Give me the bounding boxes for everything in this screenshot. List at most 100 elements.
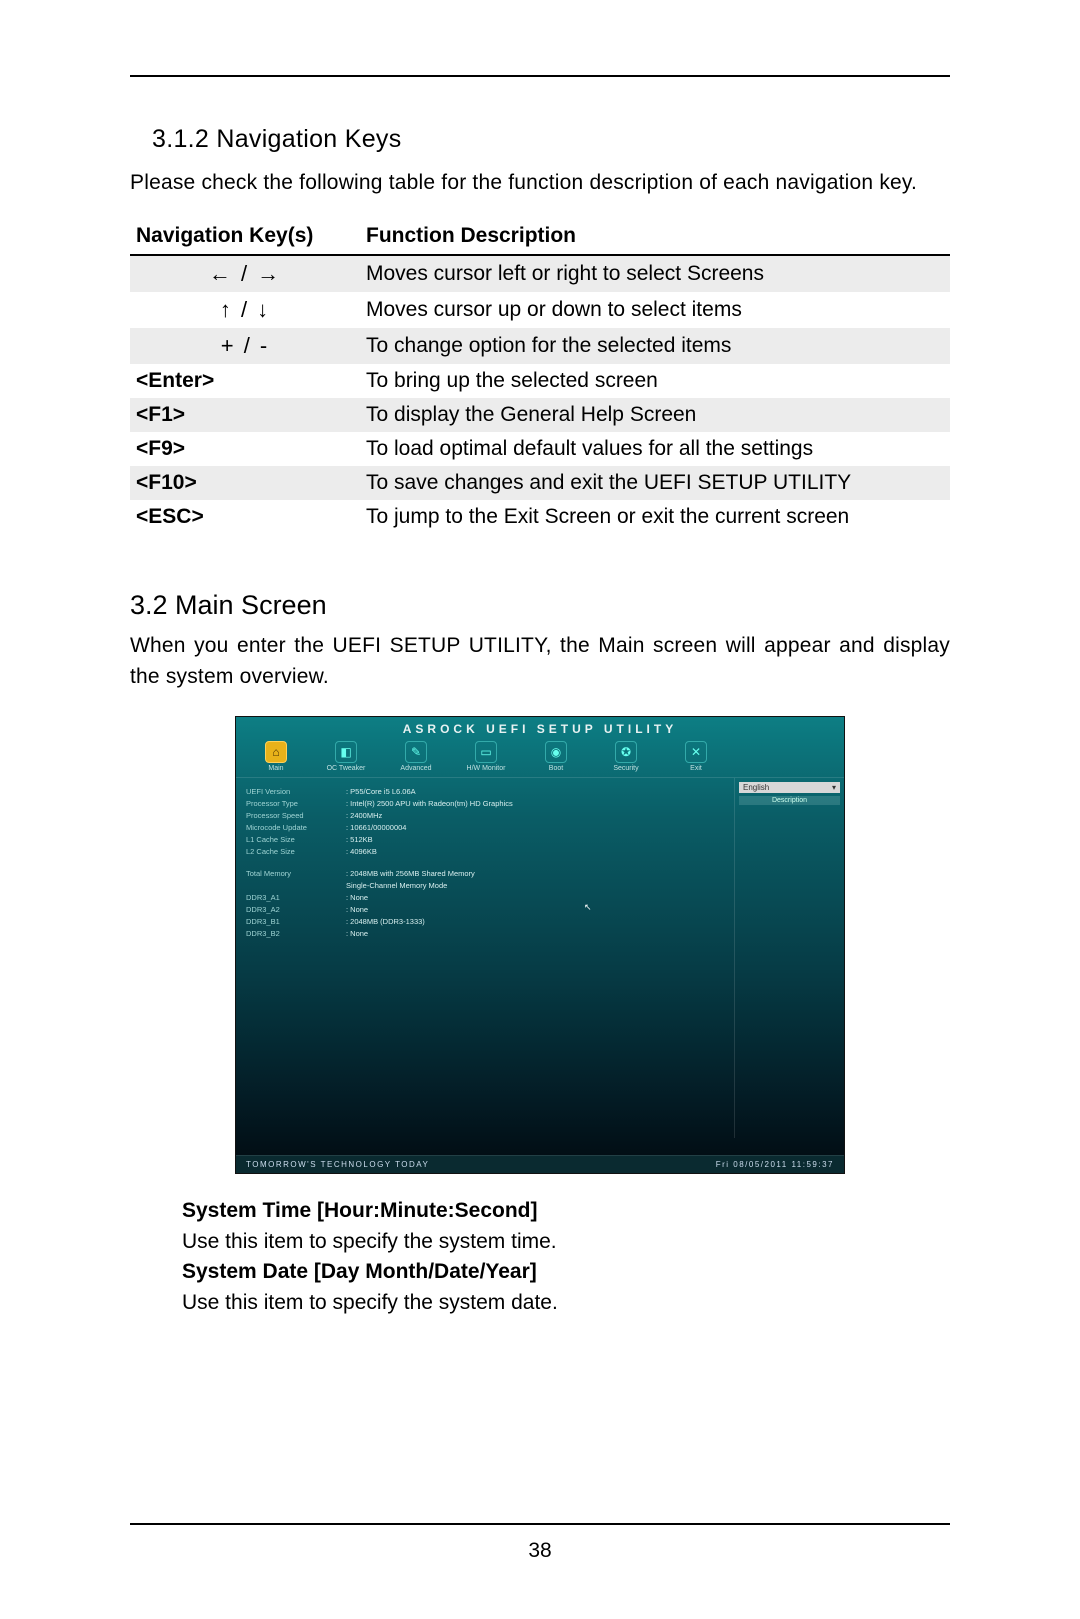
security-icon: ✪ (615, 741, 637, 763)
bios-info-label: DDR3_A2 (246, 904, 346, 916)
nav-key-cell: ↑ / ↓ (130, 292, 360, 328)
intro-3-1-2: Please check the following table for the… (130, 168, 950, 198)
bios-info-label: Processor Type (246, 798, 346, 810)
bios-info-label: L2 Cache Size (246, 846, 346, 858)
bios-info-value: : 2048MB (DDR3-1333) (346, 916, 425, 928)
oc-tweaker-icon: ◧ (335, 741, 357, 763)
definitions: System Time [Hour:Minute:Second] Use thi… (182, 1196, 950, 1318)
exit-icon: ✕ (685, 741, 707, 763)
boot-icon: ◉ (545, 741, 567, 763)
bios-info-row: Single-Channel Memory Mode (246, 880, 724, 892)
nav-desc-cell: To display the General Help Screen (360, 398, 950, 432)
bios-tab-h-w-monitor: ▭ H/W Monitor (458, 741, 514, 773)
nav-col-keys: Navigation Key(s) (130, 220, 360, 255)
system-time-label: System Time [Hour:Minute:Second] (182, 1196, 950, 1226)
nav-desc-cell: To jump to the Exit Screen or exit the c… (360, 500, 950, 534)
bios-tab-label: Security (598, 765, 654, 773)
top-rule (130, 75, 950, 77)
bios-info-row: L2 Cache Size: 4096KB (246, 846, 724, 858)
nav-desc-cell: To save changes and exit the UEFI SETUP … (360, 466, 950, 500)
navigation-keys-table: Navigation Key(s) Function Description ←… (130, 220, 950, 534)
bios-tab-advanced: ✎Advanced (388, 741, 444, 773)
page-number: 38 (130, 1539, 950, 1563)
bios-tab-oc-tweaker: ◧ OC Tweaker (318, 741, 374, 773)
bios-info-row: Processor Speed: 2400MHz (246, 810, 724, 822)
bios-screenshot: ASROCK UEFI SETUP UTILITY ⌂ Main ◧ OC Tweak… (235, 716, 845, 1174)
bios-info-label: Microcode Update (246, 822, 346, 834)
bios-info-row: DDR3_B1: 2048MB (DDR3-1333) (246, 916, 724, 928)
bios-info-value: : Intel(R) 2500 APU with Radeon(tm) HD G… (346, 798, 513, 810)
bios-info-panel: UEFI Version: P55/Core i5 L6.06AProcesso… (236, 778, 734, 1138)
bios-info-row: DDR3_A2: None (246, 904, 724, 916)
bios-info-label: L1 Cache Size (246, 834, 346, 846)
bios-tab-main: ⌂ Main (248, 741, 304, 773)
bios-info-value: : 512KB (346, 834, 373, 846)
intro-3-2: When you enter the UEFI SETUP UTILITY, t… (130, 631, 950, 692)
nav-key-cell: ← / → (130, 255, 360, 292)
bios-info-label: Processor Speed (246, 810, 346, 822)
nav-key-cell: <F1> (130, 398, 360, 432)
bios-tab-exit: ✕ Exit (668, 741, 724, 773)
bios-tab-label: OC Tweaker (318, 765, 374, 773)
bios-description-label: Description (739, 796, 840, 805)
bios-footer-tagline: TOMORROW'S TECHNOLOGY TODAY (246, 1160, 429, 1169)
table-row: ↑ / ↓Moves cursor up or down to select i… (130, 292, 950, 328)
bios-tab-security: ✪ Security (598, 741, 654, 773)
bios-info-row: L1 Cache Size: 512KB (246, 834, 724, 846)
bios-info-label: Total Memory (246, 868, 346, 880)
bios-info-row: UEFI Version: P55/Core i5 L6.06A (246, 786, 724, 798)
bios-tab-label: H/W Monitor (458, 765, 514, 773)
bios-info-value: : None (346, 928, 368, 940)
table-row: ← / →Moves cursor left or right to selec… (130, 255, 950, 292)
bios-info-value: : 4096KB (346, 846, 377, 858)
bottom-rule (130, 1523, 950, 1525)
system-date-text: Use this item to specify the system date… (182, 1288, 950, 1318)
bios-footer-datetime: Fri 08/05/2011 11:59:37 (716, 1160, 834, 1169)
bios-footer: TOMORROW'S TECHNOLOGY TODAY Fri 08/05/20… (236, 1155, 844, 1173)
table-row: + / -To change option for the selected i… (130, 328, 950, 364)
h-w-monitor-icon: ▭ (475, 741, 497, 763)
system-time-text: Use this item to specify the system time… (182, 1227, 950, 1257)
table-row: <Enter>To bring up the selected screen (130, 364, 950, 398)
nav-col-desc: Function Description (360, 220, 950, 255)
bios-side-panel: English ▾ Description (734, 778, 844, 1138)
nav-desc-cell: To change option for the selected items (360, 328, 950, 364)
bios-tab-label: Exit (668, 765, 724, 773)
nav-key-cell: <F9> (130, 432, 360, 466)
nav-desc-cell: To load optimal default values for all t… (360, 432, 950, 466)
bios-lang-label: English (743, 783, 769, 792)
bios-language-select: English ▾ (739, 782, 840, 793)
chevron-down-icon: ▾ (832, 783, 836, 792)
heading-3-1-2: 3.1.2 Navigation Keys (152, 125, 950, 154)
bios-info-value: : None (346, 892, 368, 904)
main-icon: ⌂ (265, 741, 287, 763)
bios-info-label: DDR3_A1 (246, 892, 346, 904)
bios-info-value: : 2400MHz (346, 810, 382, 822)
table-row: <F10>To save changes and exit the UEFI S… (130, 466, 950, 500)
bios-toolbar: ⌂ Main ◧ OC Tweaker ✎Advanced ▭ H/W Monitor ◉ Bo… (236, 739, 844, 778)
nav-key-cell: + / - (130, 328, 360, 364)
bios-info-label: UEFI Version (246, 786, 346, 798)
bios-info-row: Total Memory: 2048MB with 256MB Shared M… (246, 868, 724, 880)
bios-tab-label: Main (248, 765, 304, 773)
nav-key-cell: <F10> (130, 466, 360, 500)
bios-info-value: : P55/Core i5 L6.06A (346, 786, 416, 798)
bios-tab-label: Boot (528, 765, 584, 773)
nav-key-cell: <ESC> (130, 500, 360, 534)
bios-info-row: Microcode Update: 10661/00000004 (246, 822, 724, 834)
table-row: <ESC>To jump to the Exit Screen or exit … (130, 500, 950, 534)
bios-info-value: Single-Channel Memory Mode (346, 880, 447, 892)
cursor-icon: ↖ (584, 902, 592, 913)
heading-3-2: 3.2 Main Screen (130, 590, 950, 621)
nav-desc-cell: Moves cursor left or right to select Scr… (360, 255, 950, 292)
bios-title: ASROCK UEFI SETUP UTILITY (236, 717, 844, 739)
system-date-label: System Date [Day Month/Date/Year] (182, 1257, 950, 1287)
bios-info-value: : None (346, 904, 368, 916)
bios-tab-boot: ◉ Boot (528, 741, 584, 773)
bios-info-row: DDR3_A1: None (246, 892, 724, 904)
advanced-icon: ✎ (405, 741, 427, 763)
nav-desc-cell: Moves cursor up or down to select items (360, 292, 950, 328)
table-row: <F9>To load optimal default values for a… (130, 432, 950, 466)
table-row: <F1>To display the General Help Screen (130, 398, 950, 432)
bios-info-row: Processor Type: Intel(R) 2500 APU with R… (246, 798, 724, 810)
